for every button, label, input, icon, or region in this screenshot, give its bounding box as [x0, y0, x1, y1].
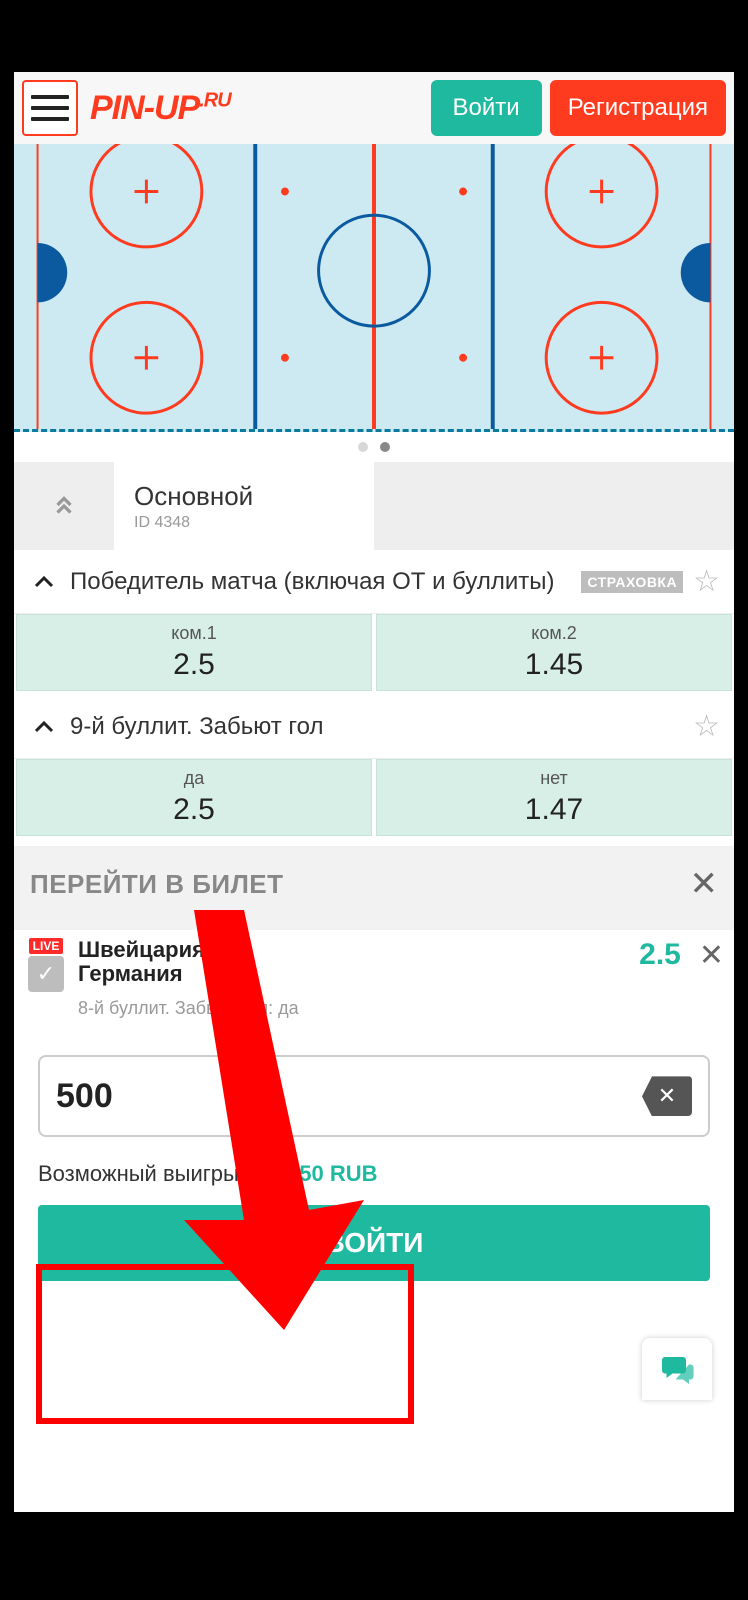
slip-body: LIVE ✓ Швейцария Германия 8-й буллит. За…	[14, 930, 734, 1307]
possible-label: Возможный выигрыш:	[38, 1161, 263, 1186]
hockey-rink-graphic	[14, 144, 734, 432]
chevron-up-icon[interactable]	[28, 714, 60, 740]
insurance-badge: СТРАХОВКА	[581, 571, 683, 593]
live-badge: LIVE	[29, 938, 64, 954]
odds-value: 1.47	[525, 793, 583, 827]
slip-team2: Германия	[78, 962, 629, 986]
chevron-up-icon[interactable]	[28, 569, 60, 595]
odds-value: 2.5	[173, 793, 215, 827]
odds-label: ком.2	[531, 623, 576, 644]
odds-label: нет	[540, 768, 568, 789]
slip-login-button[interactable]: ВОЙТИ	[38, 1205, 710, 1281]
odds-cell[interactable]: ком.1 2.5	[16, 614, 372, 691]
odds-label: ком.1	[171, 623, 216, 644]
amount-input[interactable]	[56, 1077, 642, 1116]
amount-input-wrap: ✕	[38, 1055, 710, 1137]
market-title: Победитель матча (включая ОТ и буллиты)	[70, 567, 571, 597]
tab-row: Основной ID 4348	[14, 462, 734, 550]
slip-header[interactable]: ПЕРЕЙТИ В БИЛЕТ ✕	[14, 846, 734, 922]
odds-value: 1.45	[525, 648, 583, 682]
pager-dot[interactable]	[358, 442, 368, 452]
slip-checkbox[interactable]: ✓	[28, 956, 64, 992]
login-button[interactable]: Войти	[431, 80, 542, 136]
possible-win: Возможный выигрыш: 1 250 RUB	[24, 1143, 724, 1197]
odds-cell[interactable]: нет 1.47	[376, 759, 732, 836]
slip-team1: Швейцария	[78, 938, 629, 962]
odds-label: да	[184, 768, 205, 789]
slip-odds: 2.5	[639, 938, 681, 972]
bet-slip: ПЕРЕЙТИ В БИЛЕТ ✕ LIVE ✓ Швейцария Герма…	[14, 846, 734, 1307]
slip-sub: 8-й буллит. Забьют гол: да	[78, 998, 629, 1019]
pager-dots	[14, 432, 734, 462]
odds-row: ком.1 2.5 ком.2 1.45	[14, 614, 734, 695]
market-header: 9-й буллит. Забьют гол ☆	[14, 695, 734, 759]
menu-button[interactable]	[22, 80, 78, 136]
market-title: 9-й буллит. Забьют гол	[70, 712, 683, 742]
odds-cell[interactable]: ком.2 1.45	[376, 614, 732, 691]
logo[interactable]: PIN-UP.RU	[86, 89, 423, 128]
slip-header-title: ПЕРЕЙТИ В БИЛЕТ	[30, 869, 690, 900]
logo-suffix: .RU	[199, 89, 230, 111]
odds-row: да 2.5 нет 1.47	[14, 759, 734, 840]
tab-title: Основной	[134, 481, 374, 512]
pager-dot-active[interactable]	[380, 442, 390, 452]
chat-button[interactable]	[642, 1338, 712, 1400]
remove-bet-icon[interactable]: ✕	[699, 938, 724, 973]
market-header: Победитель матча (включая ОТ и буллиты) …	[14, 550, 734, 614]
star-icon[interactable]: ☆	[693, 564, 720, 599]
tab-sub: ID 4348	[134, 514, 374, 532]
register-button[interactable]: Регистрация	[550, 80, 726, 136]
tab-main[interactable]: Основной ID 4348	[114, 462, 374, 550]
odds-value: 2.5	[173, 648, 215, 682]
possible-value: 1 250 RUB	[269, 1161, 378, 1186]
logo-main: PIN-UP	[90, 89, 199, 127]
backspace-icon[interactable]: ✕	[642, 1076, 692, 1116]
collapse-all-button[interactable]	[14, 462, 114, 550]
tab-rest	[374, 462, 734, 550]
close-icon[interactable]: ✕	[690, 864, 719, 904]
app-header: PIN-UP.RU Войти Регистрация	[14, 72, 734, 144]
star-icon[interactable]: ☆	[693, 709, 720, 744]
odds-cell[interactable]: да 2.5	[16, 759, 372, 836]
